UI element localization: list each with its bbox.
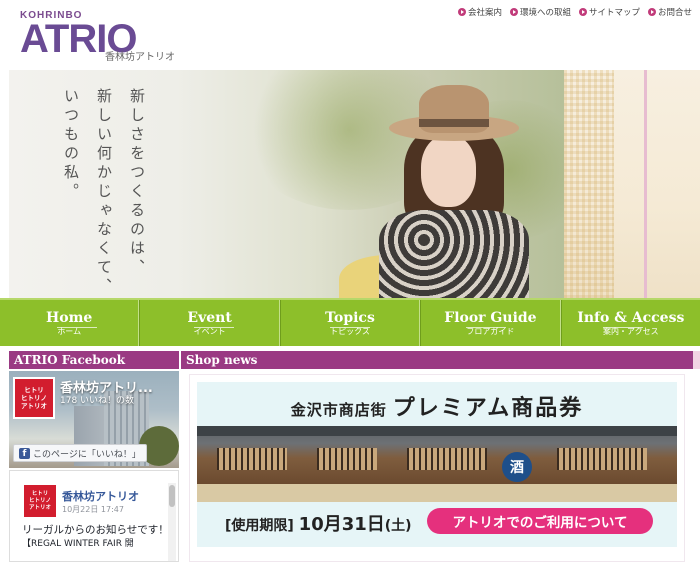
post-timestamp[interactable]: 10月22日 17:47: [62, 504, 124, 515]
nav-info-access[interactable]: Info & Access 案内・アクセス: [560, 300, 700, 346]
avatar-text: アトリオ: [21, 402, 47, 410]
avatar-text: ヒトリ: [31, 490, 49, 497]
arrow-circle-icon: [509, 8, 518, 16]
util-link-environment[interactable]: 環境への取組: [509, 6, 571, 18]
nav-label-en: Topics: [325, 309, 375, 326]
utility-nav: 会社案内 環境への取組 サイトマップ お問合せ: [457, 6, 692, 18]
util-link-label: 環境への取組: [519, 8, 571, 18]
util-link-label: 会社案内: [467, 8, 502, 18]
sake-sign-icon: 酒: [502, 452, 532, 482]
expiry-day: (土): [384, 518, 412, 534]
avatar-text: アトリオ: [28, 504, 51, 511]
nav-label-ja: フロアガイド: [466, 326, 515, 336]
avatar-text: ヒトリ: [24, 386, 44, 394]
post-avatar[interactable]: ヒトリ ヒトリノ アトリオ: [24, 485, 56, 517]
post-text: 【REGAL WINTER FAIR 開: [22, 539, 134, 549]
like-button-label: このページに「いいね！」: [33, 449, 141, 460]
hero-model-scarf: [379, 210, 529, 298]
util-link-contact[interactable]: お問合せ: [647, 6, 692, 18]
logo-japanese-text: 香林坊アトリオ: [105, 52, 175, 63]
banner-expiry: [使用期限] 10月31日(土): [225, 510, 412, 536]
banner-subtitle: 金沢市商店街: [290, 401, 387, 419]
post-scrollbar[interactable]: [168, 483, 176, 561]
banner-ground: [197, 484, 677, 502]
facebook-heading: ATRIO Facebook: [9, 351, 179, 369]
nav-label-ja: トピックス: [330, 326, 370, 336]
hero-image: 新しさをつくるのは、 新しい何かじゃなくて、 いつもの私。: [9, 70, 564, 298]
logo-main-text: ATRIO: [20, 17, 137, 61]
nav-event[interactable]: Event イベント: [139, 300, 280, 346]
site-logo[interactable]: KOHRINBO ATRIO: [20, 10, 137, 61]
street-roof: [197, 426, 677, 436]
banner-street-illustration: [197, 426, 677, 484]
avatar-text: ヒトリノ: [21, 394, 47, 402]
nav-label-en: Info & Access: [577, 309, 685, 326]
hero-copy-line-2: 新しい何かじゃなくて、: [95, 88, 113, 297]
util-link-company[interactable]: 会社案内: [457, 6, 502, 18]
street-window: [557, 448, 647, 470]
nav-topics[interactable]: Topics トピックス: [279, 300, 421, 346]
facebook-icon: f: [19, 447, 30, 459]
arrow-circle-icon: [457, 8, 466, 16]
post-body: リーガルからのお知らせです！ 【REGAL WINTER FAIR 開: [22, 523, 170, 551]
page: KOHRINBO ATRIO 香林坊アトリオ 会社案内 環境への取組 サイトマッ…: [0, 0, 700, 562]
nav-home[interactable]: Home ホーム: [0, 300, 140, 346]
nav-label-en: Floor Guide: [444, 309, 537, 326]
expiry-date: 10月31日: [298, 514, 385, 535]
nav-label-ja: イベント: [193, 326, 226, 336]
post-author[interactable]: 香林坊アトリオ: [62, 488, 139, 504]
nav-floor-guide[interactable]: Floor Guide フロアガイド: [420, 300, 561, 346]
main-nav: Home ホーム Event イベント Topics トピックス Floor G…: [0, 298, 700, 346]
util-link-sitemap[interactable]: サイトマップ: [578, 6, 640, 18]
hero-copy-line-3: いつもの私。: [62, 88, 80, 202]
banner-title: 金沢市商店街 プレミアム商品券: [197, 390, 677, 422]
expiry-label: [使用期限]: [225, 518, 294, 534]
facebook-page-avatar[interactable]: ヒトリ ヒトリノ アトリオ: [13, 377, 55, 419]
post-text: リーガルからのお知らせです！: [22, 524, 169, 536]
street-window: [407, 448, 487, 470]
nav-label-en: Home: [46, 309, 93, 326]
hero-pink-stroke: [644, 70, 647, 298]
util-link-label: お問合せ: [657, 8, 692, 18]
hero-weave-pattern: [564, 70, 614, 298]
nav-label-ja: 案内・アクセス: [603, 326, 659, 336]
nav-label-ja: ホーム: [57, 326, 82, 336]
hero-model-hat: [389, 85, 519, 145]
banner-title-text: プレミアム商品券: [392, 396, 584, 421]
avatar-text: ヒトリノ: [28, 497, 51, 504]
hero-side-decoration: [564, 70, 700, 298]
premium-voucher-banner[interactable]: 金沢市商店街 プレミアム商品券 酒 [使用期限] 10月31日(土) アトリオでの…: [197, 382, 677, 547]
arrow-circle-icon: [647, 8, 656, 16]
hero-model-face: [421, 135, 476, 207]
facebook-post: ヒトリ ヒトリノ アトリオ 香林坊アトリオ 10月22日 17:47 リーガルか…: [9, 470, 179, 562]
street-window: [317, 448, 377, 470]
hero-model: [339, 80, 539, 298]
shop-news-heading: Shop news: [181, 351, 700, 369]
banner-cta-button[interactable]: アトリオでのご利用について: [427, 508, 653, 534]
nav-label-en: Event: [187, 309, 232, 326]
facebook-like-count: 178 いいね！の数: [60, 396, 135, 406]
arrow-circle-icon: [578, 8, 587, 16]
hero-copy-line-1: 新しさをつくるのは、: [128, 88, 146, 278]
util-link-label: サイトマップ: [588, 8, 640, 18]
facebook-like-button[interactable]: f このページに「いいね！」: [13, 444, 147, 462]
street-window: [217, 448, 287, 470]
